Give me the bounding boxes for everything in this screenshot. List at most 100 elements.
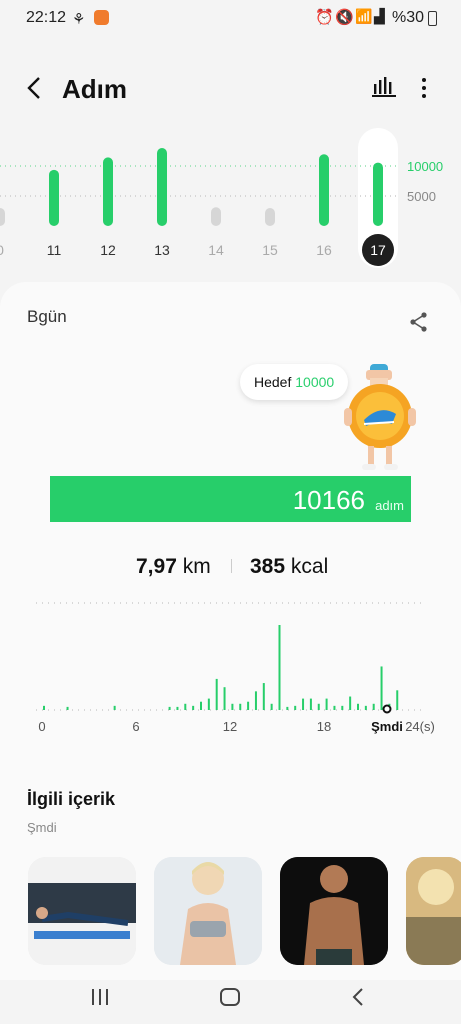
week-day-label: 16: [316, 242, 332, 258]
hourly-bar: [325, 698, 328, 710]
hourly-bar: [176, 706, 179, 710]
related-thumb-woman[interactable]: [154, 857, 262, 965]
week-bar: [0, 208, 5, 226]
card-title: Bgün: [27, 307, 67, 326]
hourly-tick-label: 24(s): [405, 719, 435, 734]
runner-image: [406, 857, 461, 965]
hourly-bar: [317, 703, 320, 710]
recent-apps-icon[interactable]: [90, 988, 110, 1006]
more-vertical-icon[interactable]: [418, 77, 430, 99]
hourly-bar: [270, 703, 273, 710]
week-bar: [211, 207, 221, 226]
week-bar: [373, 162, 383, 226]
hourly-bar: [349, 696, 352, 710]
hourly-bar: [247, 701, 250, 710]
hourly-bar: [207, 698, 210, 710]
related-thumb-man[interactable]: [280, 857, 388, 965]
hourly-bar: [231, 703, 234, 710]
hourly-tick-label: 0: [38, 719, 45, 734]
steps-unit: adım: [375, 498, 404, 513]
page-title: Adım: [62, 74, 127, 104]
stats-separator: [231, 559, 232, 573]
week-bar: [319, 154, 329, 226]
mascot-illustration: [344, 364, 416, 470]
hourly-tick-label: 18: [317, 719, 331, 734]
app-notification-icon: [94, 10, 109, 25]
calories: 385 kcal: [250, 555, 328, 579]
wifi-icon: 📶: [355, 8, 373, 24]
battery-icon: [428, 11, 437, 26]
notification-icon: ⚘: [72, 11, 86, 28]
signal-icon: ▟: [374, 8, 385, 24]
man-image: [280, 857, 388, 965]
battery-percent: %30: [392, 9, 425, 26]
plank-image: [28, 857, 136, 965]
calories-unit: kcal: [290, 555, 329, 578]
week-day-label: 11: [47, 242, 62, 258]
back-arrow-icon[interactable]: [24, 76, 46, 100]
hourly-bar: [364, 705, 367, 710]
goal-prefix: Hedef: [254, 374, 292, 390]
hourly-bar: [302, 698, 305, 710]
hourly-bar: [43, 705, 45, 710]
week-day-label: 14: [208, 242, 224, 258]
calories-value: 385: [250, 555, 286, 578]
hourly-bar: [262, 683, 265, 710]
hourly-bar: [239, 703, 242, 710]
home-icon[interactable]: [219, 987, 241, 1007]
hourly-bar: [223, 687, 226, 710]
hourly-tick-label: 12: [223, 719, 237, 734]
hourly-bar: [184, 703, 187, 710]
distance-value: 7,97: [136, 555, 177, 578]
week-bar: [103, 157, 113, 226]
woman-image: [154, 857, 262, 965]
back-nav-icon[interactable]: [350, 987, 366, 1007]
hourly-bar: [254, 691, 257, 710]
related-subtitle: Şmdi: [27, 820, 57, 835]
related-thumb-runner[interactable]: [406, 857, 461, 965]
hourly-bar: [113, 705, 116, 710]
hourly-bar: [66, 706, 69, 710]
system-nav-bar: [0, 980, 461, 1024]
bar-chart-icon[interactable]: [372, 76, 396, 98]
hourly-bar: [396, 690, 399, 710]
week-bar: [265, 208, 275, 226]
mute-icon: 🔇: [335, 9, 354, 26]
hourly-bar: [294, 705, 297, 710]
week-day-label: 17: [370, 242, 386, 258]
hourly-tick-label: Şmdi: [371, 719, 403, 734]
week-bar: [157, 148, 167, 226]
week-day-label: 12: [100, 242, 116, 258]
related-title: İlgili içerik: [27, 789, 116, 809]
hourly-bar: [380, 666, 383, 710]
mid-axis-label: 5000: [407, 189, 436, 204]
share-icon[interactable]: [408, 311, 430, 333]
hourly-tick-label: 6: [132, 719, 139, 734]
hourly-bar: [341, 705, 344, 710]
week-bar: [49, 169, 59, 226]
hourly-steps-chart: 0 6 12 18 Şmdi 24(s): [36, 602, 435, 734]
goal-axis-label: 10000: [407, 159, 443, 174]
status-time: 22:12: [26, 9, 67, 26]
hourly-bar: [309, 698, 312, 710]
hourly-bar: [333, 705, 336, 710]
hourly-bar: [372, 703, 375, 710]
hourly-bar: [357, 703, 359, 710]
hourly-bar: [192, 705, 195, 710]
now-marker: [382, 704, 392, 714]
status-bar: 22:12 ⚘ ⏰ 🔇 📶 ▟ %30: [0, 0, 461, 36]
hourly-bar: [168, 706, 171, 710]
alarm-icon: ⏰: [315, 9, 334, 26]
hourly-bar: [200, 701, 202, 710]
hourly-bar: [215, 678, 218, 710]
week-day-label: 0: [0, 242, 4, 258]
goal-bubble: Hedef 10000: [240, 364, 349, 400]
week-day-label: 15: [262, 242, 278, 258]
hourly-bar: [286, 706, 289, 710]
distance: 7,97 km: [136, 555, 211, 579]
distance-unit: km: [182, 555, 211, 578]
goal-value: 10000: [295, 374, 335, 390]
steps-count: 10166: [292, 485, 365, 515]
week-day-label: 13: [154, 242, 170, 258]
related-thumb-plank[interactable]: [28, 857, 136, 965]
